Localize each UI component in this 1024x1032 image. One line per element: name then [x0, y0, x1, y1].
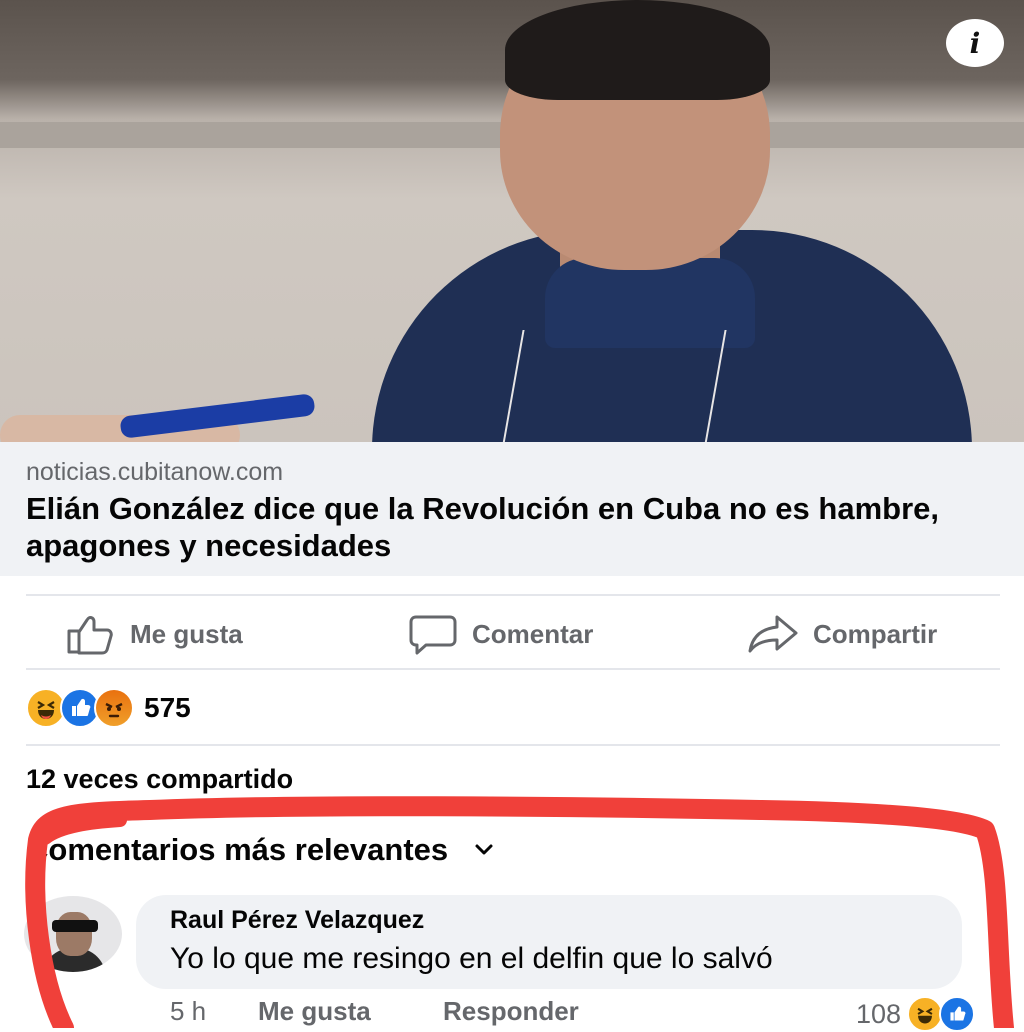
- comment-reaction-count: 108: [856, 998, 902, 1029]
- comment-author[interactable]: Raul Pérez Velazquez: [170, 906, 424, 935]
- haha-emoji-icon: [907, 996, 944, 1032]
- avatar-glasses: [52, 920, 98, 932]
- reactions-summary[interactable]: 575: [26, 688, 191, 728]
- chevron-down-icon: [475, 844, 493, 855]
- angry-emoji-icon: [94, 688, 134, 728]
- comment-reactions[interactable]: 108: [856, 996, 976, 1032]
- photo-subject-hair: [505, 0, 770, 100]
- comment-label: Comentar: [472, 618, 594, 649]
- comment-button[interactable]: Comentar: [408, 612, 593, 656]
- comment-text: Yo lo que me resingo en el delfin que lo…: [170, 942, 773, 975]
- article-photo[interactable]: [0, 0, 1024, 442]
- reaction-count: 575: [144, 692, 191, 723]
- comment-bubble-icon: [409, 615, 457, 655]
- share-arrow-icon: [748, 615, 798, 653]
- like-emoji-icon: [939, 996, 976, 1032]
- comments-sort-label: Comentarios más relevantes: [26, 832, 449, 867]
- share-button[interactable]: Compartir: [747, 612, 937, 656]
- like-button[interactable]: Me gusta: [66, 612, 243, 656]
- divider: [26, 668, 1000, 670]
- photo-lanyard: [501, 330, 727, 442]
- avatar[interactable]: [24, 896, 122, 972]
- info-icon[interactable]: i: [946, 19, 1004, 67]
- shares-count[interactable]: 12 veces compartido: [26, 764, 293, 795]
- link-domain: noticias.cubitanow.com: [26, 458, 284, 486]
- like-label: Me gusta: [130, 618, 243, 649]
- comments-sort-dropdown[interactable]: Comentarios más relevantes: [26, 832, 494, 868]
- thumbs-up-icon: [67, 616, 113, 655]
- link-headline[interactable]: Elián González dice que la Revolución en…: [26, 490, 986, 564]
- divider: [26, 594, 1000, 596]
- share-label: Compartir: [813, 618, 938, 649]
- comment-reply-button[interactable]: Responder: [443, 996, 579, 1027]
- divider: [26, 744, 1000, 746]
- comment-like-button[interactable]: Me gusta: [258, 996, 371, 1027]
- avatar-face: [56, 912, 92, 956]
- comment-timestamp[interactable]: 5 h: [170, 996, 206, 1027]
